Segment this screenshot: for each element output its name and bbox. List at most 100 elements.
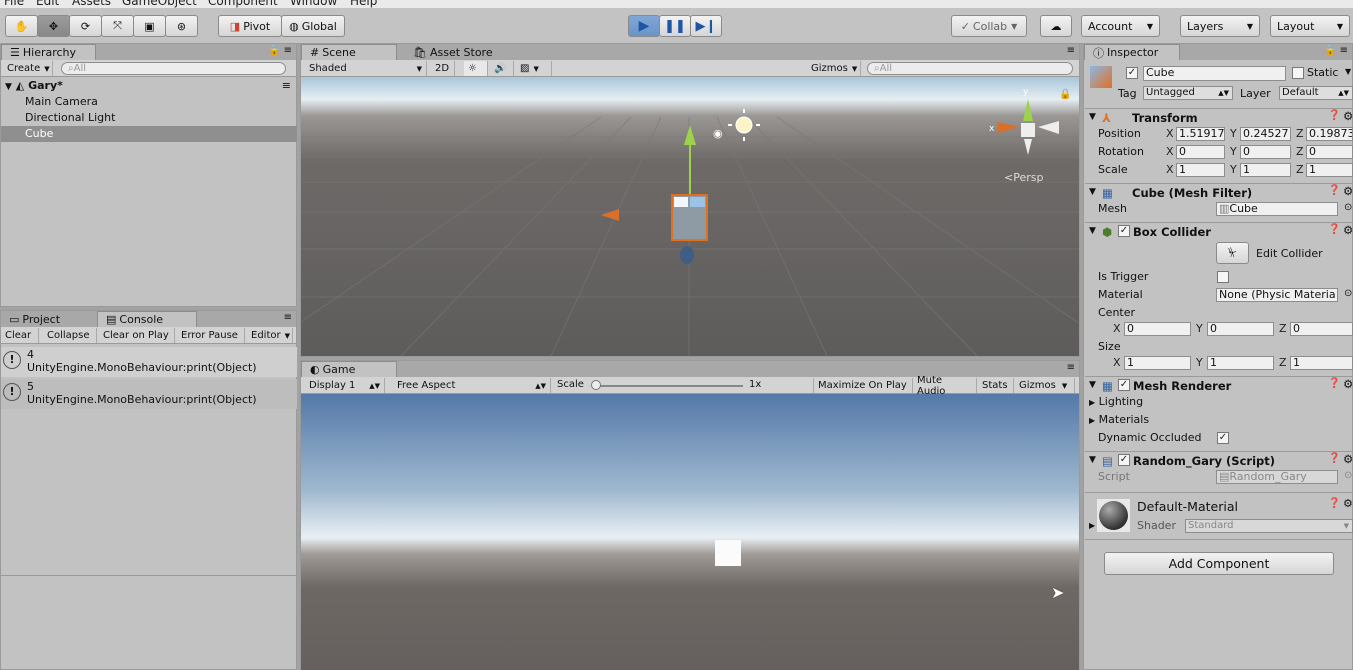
rotation-z-field[interactable]: 0 [1306, 145, 1353, 159]
object-picker-icon[interactable]: ⊙ [1344, 202, 1352, 213]
menu-file[interactable]: File [4, 0, 24, 8]
log-entry[interactable]: ! 5 UnityEngine.MonoBehaviour:print(Obje… [1, 379, 297, 409]
rect-tool-button[interactable]: ▣ [133, 15, 166, 37]
help-icon[interactable]: ❓ [1328, 378, 1340, 389]
scene-gizmos-dropdown[interactable]: Gizmos ▼ [807, 61, 861, 76]
collab-dropdown[interactable]: ✓ Collab ▼ [951, 15, 1027, 37]
gear-icon[interactable]: ⚙ [1343, 452, 1353, 466]
scale-x-field[interactable]: 1 [1176, 163, 1225, 177]
tree-item-directional-light[interactable]: Directional Light [1, 110, 297, 126]
scale-tool-button[interactable]: ⤧ [101, 15, 134, 37]
center-z-field[interactable]: 0 [1290, 322, 1353, 336]
global-button[interactable]: ◍ Global [281, 15, 345, 37]
effects-dropdown[interactable]: ▨ ▼ [516, 61, 552, 76]
account-dropdown[interactable]: Account ▼ [1081, 15, 1160, 37]
scale-y-field[interactable]: 1 [1240, 163, 1291, 177]
scene-menu-icon[interactable]: ≡ [282, 78, 291, 94]
position-y-field[interactable]: 0.24527 [1240, 127, 1291, 141]
rotate-tool-button[interactable]: ⟳ [69, 15, 102, 37]
menu-edit[interactable]: Edit [36, 0, 59, 8]
static-checkbox[interactable] [1292, 67, 1304, 79]
help-icon[interactable]: ❓ [1328, 110, 1340, 121]
scale-z-field[interactable]: 1 [1306, 163, 1353, 177]
tab-scene[interactable]: # Scene [301, 44, 397, 60]
panel-menu-icon[interactable]: ≡ [1067, 45, 1075, 56]
clear-button[interactable]: Clear [1, 328, 39, 343]
dynamic-occluded-checkbox[interactable]: ✓ [1217, 432, 1229, 444]
lighting-toggle[interactable]: ☼ [464, 61, 488, 76]
gear-icon[interactable]: ⚙ [1343, 223, 1353, 237]
gear-icon[interactable]: ⚙ [1343, 497, 1353, 510]
help-icon[interactable]: ❓ [1328, 498, 1340, 509]
panel-menu-icon[interactable]: 🔒 ≡ [268, 45, 292, 56]
shader-dropdown[interactable]: Standard ▼ [1185, 519, 1353, 533]
transform-tool-button[interactable]: ⊛ [165, 15, 198, 37]
camera-gizmo-icon[interactable]: ◉ [713, 127, 723, 140]
mesh-renderer-enabled-checkbox[interactable]: ✓ [1118, 379, 1130, 391]
help-icon[interactable]: ❓ [1328, 185, 1340, 196]
tab-inspector[interactable]: ⓘ Inspector [1084, 44, 1180, 60]
maximize-on-play-toggle[interactable]: Maximize On Play [813, 378, 913, 393]
scale-slider[interactable] [593, 385, 743, 387]
gear-icon[interactable]: ⚙ [1343, 184, 1353, 198]
script-header[interactable]: ▼ ▤ ✓ Random_Gary (Script) ❓ ⚙ [1085, 451, 1353, 469]
rotation-x-field[interactable]: 0 [1176, 145, 1225, 159]
lock-icon[interactable]: 🔒 [1059, 88, 1071, 100]
menu-component[interactable]: Component [208, 0, 278, 8]
mute-audio-toggle[interactable]: Mute Audio [913, 375, 977, 397]
scene-search-input[interactable]: ⌕All [867, 62, 1073, 75]
layer-dropdown[interactable]: Default ▲▼ [1279, 86, 1353, 100]
game-viewport[interactable] [301, 394, 1079, 670]
play-button[interactable]: ▶ [628, 15, 660, 37]
add-component-button[interactable]: Add Component [1104, 552, 1334, 575]
panel-menu-icon[interactable]: ≡ [1067, 362, 1075, 373]
log-entry[interactable]: ! 4 UnityEngine.MonoBehaviour:print(Obje… [1, 347, 297, 377]
tab-asset-store[interactable]: 🛍 Asset Store [405, 44, 505, 60]
layout-dropdown[interactable]: Layout ▼ [1270, 15, 1350, 37]
move-tool-button[interactable]: ✥ [37, 15, 70, 37]
2d-toggle[interactable]: 2D [431, 61, 455, 76]
editor-dropdown[interactable]: Editor ▼ [247, 328, 293, 343]
object-name-field[interactable]: Cube [1143, 66, 1286, 81]
gear-icon[interactable]: ⚙ [1343, 109, 1353, 123]
materials-foldout[interactable]: ▶ Materials [1089, 413, 1149, 428]
scale-slider-thumb[interactable] [591, 380, 601, 390]
tab-project[interactable]: ▭ Project [1, 311, 93, 327]
size-x-field[interactable]: 1 [1124, 356, 1191, 370]
persp-label[interactable]: <Persp [1004, 171, 1043, 184]
tab-game[interactable]: ◐ Game [301, 361, 397, 377]
z-arrow-icon[interactable] [680, 246, 694, 264]
help-icon[interactable]: ❓ [1328, 224, 1340, 235]
hierarchy-search-input[interactable]: ⌕All [61, 62, 286, 75]
step-button[interactable]: ▶❙ [690, 15, 722, 37]
splitter[interactable] [1, 575, 297, 576]
dropdown-arrow-icon[interactable]: ▼ [1345, 67, 1351, 76]
mesh-field[interactable]: ▥Cube [1216, 202, 1338, 216]
rotation-y-field[interactable]: 0 [1240, 145, 1291, 159]
collapse-button[interactable]: Collapse [43, 328, 97, 343]
scene-viewport[interactable]: ◉ y x <Persp 🔒 [301, 77, 1079, 356]
position-x-field[interactable]: 1.51917 [1176, 127, 1225, 141]
size-y-field[interactable]: 1 [1207, 356, 1274, 370]
mesh-renderer-header[interactable]: ▼ ▦ ✓ Mesh Renderer ❓ ⚙ [1085, 376, 1353, 394]
game-gizmos-dropdown[interactable]: Gizmos ▼ [1015, 378, 1075, 393]
tree-item-main-camera[interactable]: Main Camera [1, 94, 297, 110]
menu-assets[interactable]: Assets [72, 0, 111, 8]
layers-dropdown[interactable]: Layers ▼ [1180, 15, 1260, 37]
mesh-filter-header[interactable]: ▼ ▦ Cube (Mesh Filter) ❓ ⚙ [1085, 183, 1353, 201]
menu-help[interactable]: Help [350, 0, 377, 8]
scene-root[interactable]: ▼ ◭ Gary* ≡ [1, 78, 297, 94]
script-enabled-checkbox[interactable]: ✓ [1118, 454, 1130, 466]
tree-item-cube[interactable]: Cube [1, 126, 297, 142]
gear-icon[interactable]: ⚙ [1343, 377, 1353, 391]
sun-light-icon[interactable] [735, 116, 753, 134]
tab-console[interactable]: ▤ Console [97, 311, 197, 327]
tab-hierarchy[interactable]: ☰ Hierarchy [1, 44, 96, 60]
audio-toggle[interactable]: 🔊 [490, 61, 514, 76]
panel-menu-icon[interactable]: ≡ [284, 312, 292, 323]
help-icon[interactable]: ❓ [1328, 453, 1340, 464]
clear-on-play-button[interactable]: Clear on Play [99, 328, 175, 343]
pause-button[interactable]: ❚❚ [659, 15, 691, 37]
error-pause-button[interactable]: Error Pause [177, 328, 245, 343]
is-trigger-checkbox[interactable] [1217, 271, 1229, 283]
